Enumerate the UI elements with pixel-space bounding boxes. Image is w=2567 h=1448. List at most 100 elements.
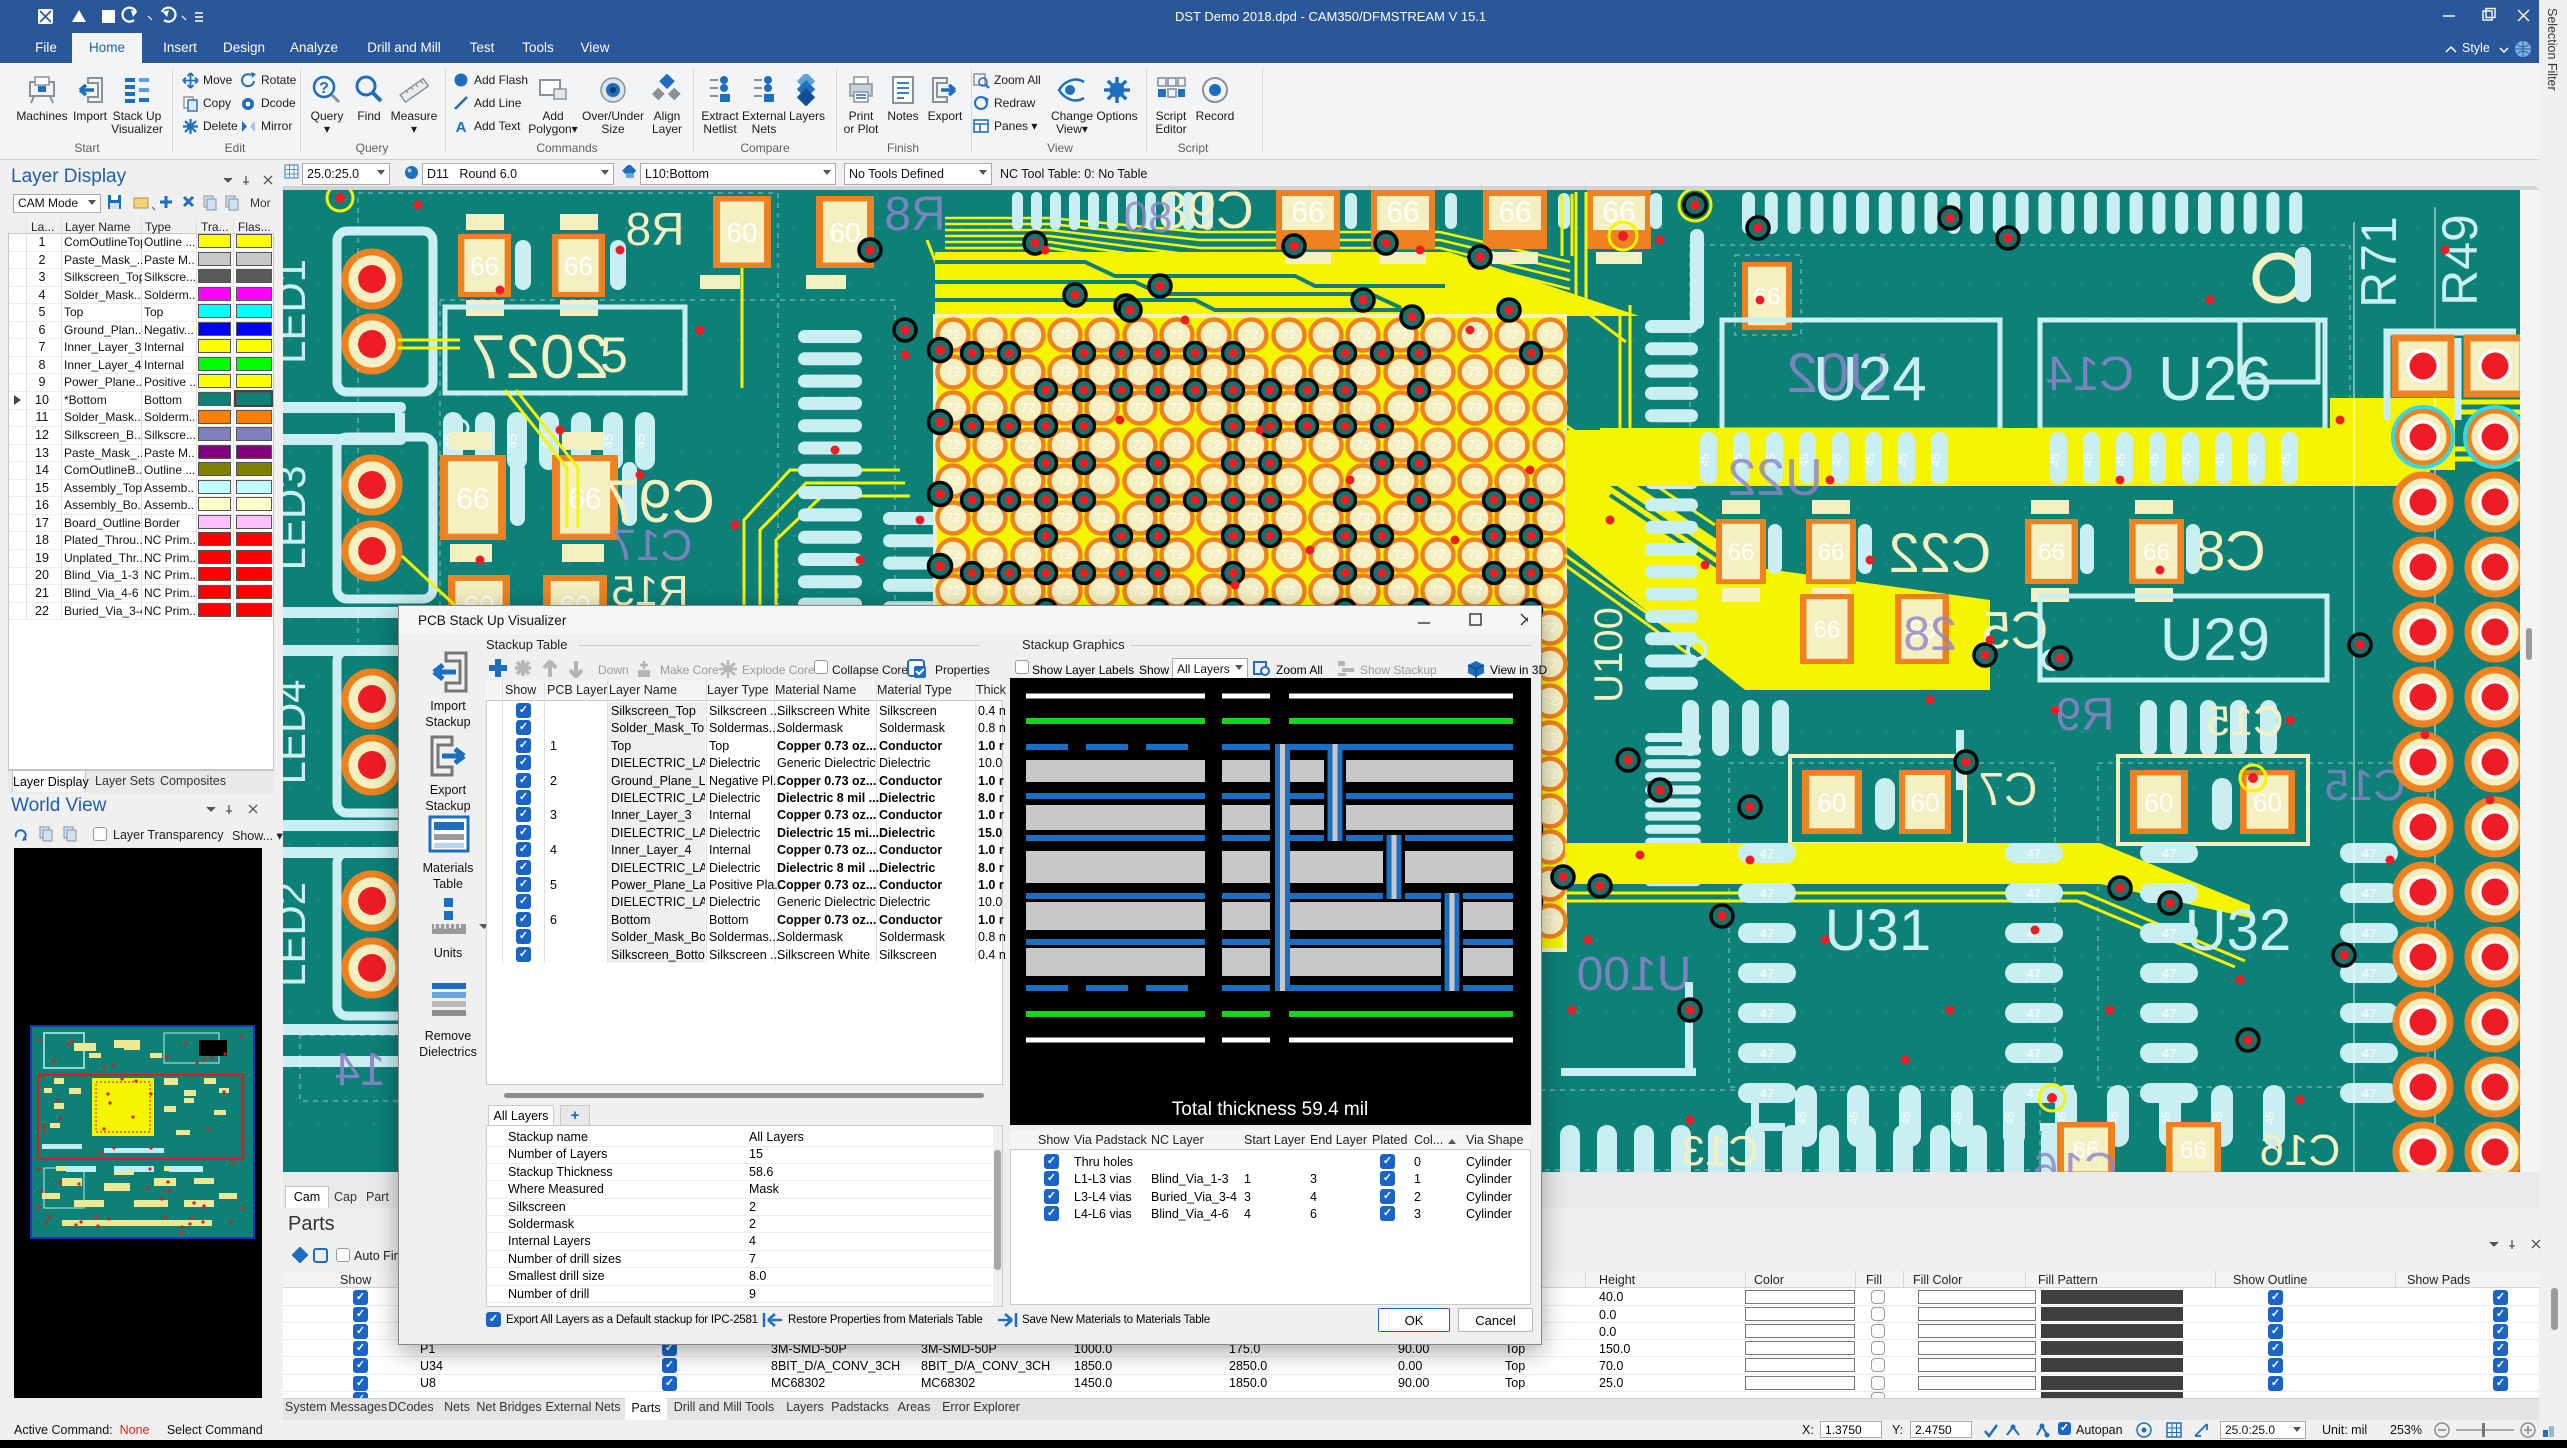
svg-text:72: 72 — [1058, 437, 1072, 452]
svg-text:72: 72 — [1207, 400, 1221, 415]
svg-text:72: 72 — [1282, 839, 1296, 854]
svg-text:72: 72 — [1207, 437, 1221, 452]
svg-text:72: 72 — [1319, 656, 1333, 671]
svg-text:66: 66 — [2038, 539, 2065, 566]
svg-text:72: 72 — [1356, 547, 1370, 562]
svg-text:60: 60 — [726, 217, 757, 248]
svg-text:72: 72 — [1282, 400, 1296, 415]
svg-text:C15: C15 — [2206, 697, 2283, 744]
svg-text:72: 72 — [1468, 839, 1482, 854]
svg-text:45: 45 — [2114, 453, 2128, 467]
svg-text:72: 72 — [1095, 620, 1109, 635]
svg-text:U22: U22 — [1727, 449, 1822, 507]
svg-text:72: 72 — [1282, 730, 1296, 745]
svg-text:72: 72 — [1133, 327, 1147, 342]
svg-text:66: 66 — [1291, 196, 1324, 229]
svg-text:72: 72 — [1244, 913, 1258, 928]
svg-text:72: 72 — [1468, 437, 1482, 452]
svg-text:72: 72 — [1319, 510, 1333, 525]
svg-text:72: 72 — [1244, 766, 1258, 781]
svg-text:72: 72 — [1021, 656, 1035, 671]
svg-text:60: 60 — [2145, 787, 2174, 817]
svg-text:72: 72 — [1207, 839, 1221, 854]
svg-text:72: 72 — [1207, 473, 1221, 488]
svg-text:72: 72 — [1244, 583, 1258, 598]
svg-text:45: 45 — [2081, 453, 2095, 467]
svg-text:72: 72 — [1170, 693, 1184, 708]
svg-text:72: 72 — [983, 620, 997, 635]
svg-text:45: 45 — [2003, 1111, 2017, 1125]
svg-text:66: 66 — [1498, 196, 1531, 229]
svg-text:72: 72 — [1133, 766, 1147, 781]
svg-text:72: 72 — [1244, 803, 1258, 818]
svg-text:72: 72 — [1058, 730, 1072, 745]
svg-text:72: 72 — [1170, 656, 1184, 671]
svg-text:C13: C13 — [1681, 1127, 1758, 1172]
svg-text:72: 72 — [1058, 656, 1072, 671]
svg-text:72: 72 — [1356, 693, 1370, 708]
svg-text:72: 72 — [1319, 473, 1333, 488]
svg-text:72: 72 — [1058, 839, 1072, 854]
svg-text:72: 72 — [1207, 766, 1221, 781]
svg-text:72: 72 — [1431, 839, 1445, 854]
svg-text:47: 47 — [2027, 886, 2041, 901]
svg-text:72: 72 — [1207, 510, 1221, 525]
svg-text:72: 72 — [946, 803, 960, 818]
svg-text:72: 72 — [1133, 839, 1147, 854]
svg-text:72: 72 — [1282, 803, 1296, 818]
svg-text:R71: R71 — [2351, 216, 2407, 308]
svg-text:72: 72 — [1207, 730, 1221, 745]
svg-text:72: 72 — [1505, 693, 1519, 708]
svg-text:72: 72 — [1133, 803, 1147, 818]
svg-text:72: 72 — [1095, 913, 1109, 928]
svg-text:72: 72 — [1244, 400, 1258, 415]
svg-text:R9: R9 — [2056, 688, 2115, 740]
svg-text:72: 72 — [1356, 364, 1370, 379]
svg-text:72: 72 — [946, 364, 960, 379]
svg-text:72: 72 — [1505, 839, 1519, 854]
svg-text:72: 72 — [1394, 327, 1408, 342]
svg-text:72: 72 — [1319, 839, 1333, 854]
svg-text:66: 66 — [568, 482, 601, 515]
svg-text:72: 72 — [1133, 400, 1147, 415]
svg-text:47: 47 — [2027, 1046, 2041, 1061]
svg-text:72: 72 — [1095, 839, 1109, 854]
svg-text:72: 72 — [1356, 327, 1370, 342]
svg-text:72: 72 — [1431, 656, 1445, 671]
svg-text:72: 72 — [1058, 693, 1072, 708]
svg-text:C17: C17 — [612, 521, 693, 570]
svg-text:LED4: LED4 — [283, 679, 314, 784]
svg-text:72: 72 — [1319, 327, 1333, 342]
svg-text:72: 72 — [1505, 620, 1519, 635]
svg-text:72: 72 — [1244, 876, 1258, 891]
svg-text:72: 72 — [983, 583, 997, 598]
svg-text:72: 72 — [1356, 400, 1370, 415]
svg-text:47: 47 — [2162, 966, 2176, 981]
svg-text:72: 72 — [1021, 547, 1035, 562]
svg-text:47: 47 — [2362, 966, 2376, 981]
svg-text:72: 72 — [1021, 839, 1035, 854]
svg-text:72: 72 — [946, 876, 960, 891]
svg-text:72: 72 — [1021, 510, 1035, 525]
svg-text:72: 72 — [1021, 437, 1035, 452]
svg-text:72: 72 — [1095, 693, 1109, 708]
svg-text:72: 72 — [1431, 913, 1445, 928]
svg-text:72: 72 — [1170, 730, 1184, 745]
svg-text:72: 72 — [1207, 876, 1221, 891]
svg-text:72: 72 — [1394, 583, 1408, 598]
svg-text:72: 72 — [1468, 583, 1482, 598]
svg-text:72: 72 — [1282, 913, 1296, 928]
svg-text:14: 14 — [334, 1043, 385, 1095]
svg-text:72: 72 — [1468, 547, 1482, 562]
svg-text:45: 45 — [2263, 1111, 2277, 1125]
svg-text:47: 47 — [2027, 1006, 2041, 1021]
svg-text:72: 72 — [983, 803, 997, 818]
svg-text:72: 72 — [1543, 547, 1557, 562]
svg-text:72: 72 — [1170, 473, 1184, 488]
svg-text:72: 72 — [1468, 803, 1482, 818]
svg-text:72: 72 — [1021, 766, 1035, 781]
svg-text:72: 72 — [1207, 913, 1221, 928]
svg-text:72: 72 — [1468, 510, 1482, 525]
svg-text:72: 72 — [1543, 839, 1557, 854]
svg-text:72: 72 — [983, 766, 997, 781]
